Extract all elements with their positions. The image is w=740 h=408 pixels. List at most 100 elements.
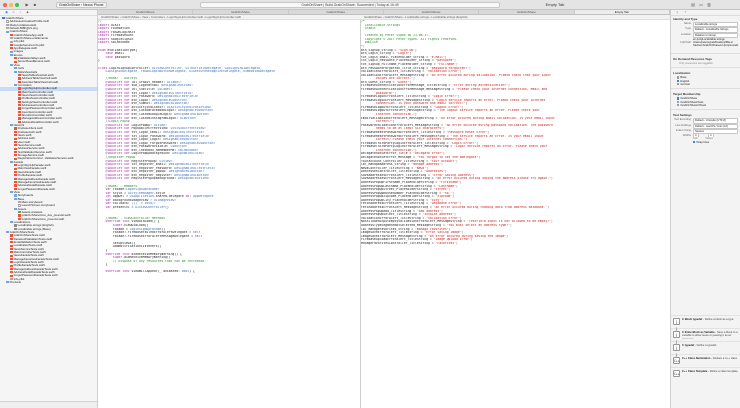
help-icon[interactable]: ? [683,10,688,15]
target-row[interactable]: GrabOnShareUITests [671,103,740,107]
editor-tab[interactable]: GrabOnShare [384,10,480,14]
code-token: @IBOutlet [98,127,125,131]
code-token: btn_Login_String = [361,52,397,56]
code-token: ; [409,80,412,84]
encoding-select[interactable]: Default - Unicode (UTF-8) [693,118,738,124]
file-icon [10,271,13,274]
file-tree: GrabOnShare AddressesCreationProfile.swif… [0,16,97,285]
library-item[interactable]: { } C Inline Block as Variable - Save a b… [671,328,740,344]
code-token: ; [456,241,458,245]
navigator-toggle-icon[interactable]: ▤ [690,2,696,8]
target-checkbox[interactable] [677,103,680,107]
code-token: btn_Register_Register: [131,173,175,177]
code-token: DelegatenotSetError_Title = [361,152,414,156]
tree-item[interactable]: Products [0,281,97,284]
scheme-device: Nexus Phone [83,3,104,7]
scheme-target: GrabOnShare [59,3,81,7]
file-icon [14,184,17,187]
editor-tab[interactable]: GrabOnShare [193,10,289,14]
code-token: ValidationErrorAlert_MessageString = [361,73,430,77]
code-token: ; [441,209,443,213]
folder-icon [14,70,17,73]
library-item[interactable]: { } C Block typedef - Define a block as a… [671,315,740,331]
code-token: .shared.delegate [153,195,186,199]
code-token: var [124,113,132,117]
file-icon [18,73,21,77]
zoom-window-button[interactable] [15,3,19,7]
localization-checkbox[interactable] [677,76,680,79]
search-icon[interactable]: ⌕ [18,10,23,15]
navigator-filter[interactable] [0,401,97,408]
code-editor-right[interactable]: /* Localizable.strings GrabIt Created by… [361,20,670,408]
code-token: sub_LoginBtnBG: [131,84,162,88]
editor-tab[interactable]: Empty Tab [574,10,670,14]
code-token: */ [361,45,365,49]
code-token: super [98,223,123,227]
code-token: ; [452,191,455,195]
localization-row[interactable]: German [671,83,740,86]
target-checkbox[interactable] [677,100,680,104]
code-token: LoginSignUpFacade? [125,188,160,192]
code-token: btn_CustomInstagramLogin: [131,116,180,120]
bug-icon[interactable]: ◆ [25,10,30,15]
file-icon [10,264,13,267]
code-token: DesignableUIButton! [153,102,190,106]
code-token: "Guest" [396,80,410,84]
code-token: btn_Login_Login: [131,138,164,142]
inspector-toggle-icon[interactable]: ▥ [706,2,712,8]
type-select[interactable]: Default - Localizable Strings [693,27,738,33]
code-token: /* [361,20,365,23]
localization-checkbox[interactable] [677,79,680,83]
scheme-selector[interactable]: GrabOnShare › Nexus Phone [56,2,107,8]
file-icon [6,20,9,23]
library-item[interactable]: C++ C++ Class Template - Define a class t… [671,367,740,380]
code-token: @IBOutlet [98,87,125,91]
code-token: DesignableUIView! [178,177,210,181]
folder-icon[interactable]: ▣ [4,10,9,15]
code-token: UIKit [111,23,121,27]
editor-tab[interactable]: GrabOnShare [98,10,194,14]
code-token: ; [506,234,509,238]
code-token: "Firstname" [439,181,460,185]
activity-viewer: GrabOnShare | Build GrabOnShare: Succeed… [200,2,500,8]
code-token: RegisterPopUpBackground: [131,177,179,181]
file-icon [14,140,17,144]
code-token: // Dispose of any resources that can be … [98,259,207,263]
code-token: ; [442,127,445,131]
code-token: DesignableUIView! [172,152,205,156]
code-token: @IBOutlet [98,166,125,170]
code-token: AddNotificationListeners() [98,245,162,249]
code-token: btn_SignUp_String = [361,48,399,52]
warning-icon[interactable]: ⚠ [11,10,16,15]
library-item[interactable]: { } C typedef - Define a typedef. [671,341,740,357]
code-editor-left[interactable]: //import UIKit import Foundation import FB… [98,20,361,408]
code-token: FirebaseLoginErrorAlert_TitleString = [361,95,432,99]
code-token: didReceiveMemoryWarning() { [131,252,182,256]
code-token: "An error occured during email validatio… [439,116,555,120]
code-token: values are correct." [361,77,414,81]
target-checkbox[interactable] [677,97,680,100]
file-icon [18,117,21,120]
code-token: internet connection." [361,113,416,117]
code-token: var [124,145,132,149]
play-icon[interactable]: ▶ [24,2,30,8]
folder-icon [10,63,13,67]
code-token: GoogleSignIn [111,37,134,41]
code-token: func [122,220,132,224]
code-token: override [98,270,123,274]
code-token: Localizable.strings [361,23,401,27]
file-icon[interactable]: ▯ [675,10,680,15]
localization-checkbox[interactable] [677,83,680,86]
code-token: facade?.firebaseFailedErrorAlertDelegate… [98,231,193,235]
editor-tab[interactable]: GrabOnShare [289,10,384,14]
library-item[interactable]: C++ C++ Class Declaration - Declare a C++… [671,354,740,367]
wrap-lines-label: Wrap lines [696,140,710,144]
editor-tab[interactable]: GrabOnShare [479,10,575,14]
minimize-window-button[interactable] [9,3,13,7]
close-window-button[interactable] [3,3,7,7]
code-token: NotAllowedInputEmptyValidationErrorAlert… [361,220,468,224]
file-icon [14,174,17,177]
debug-toggle-icon[interactable]: ▭ [698,2,704,8]
stop-icon[interactable]: ■ [32,2,38,8]
code-token: "News" [415,166,427,170]
